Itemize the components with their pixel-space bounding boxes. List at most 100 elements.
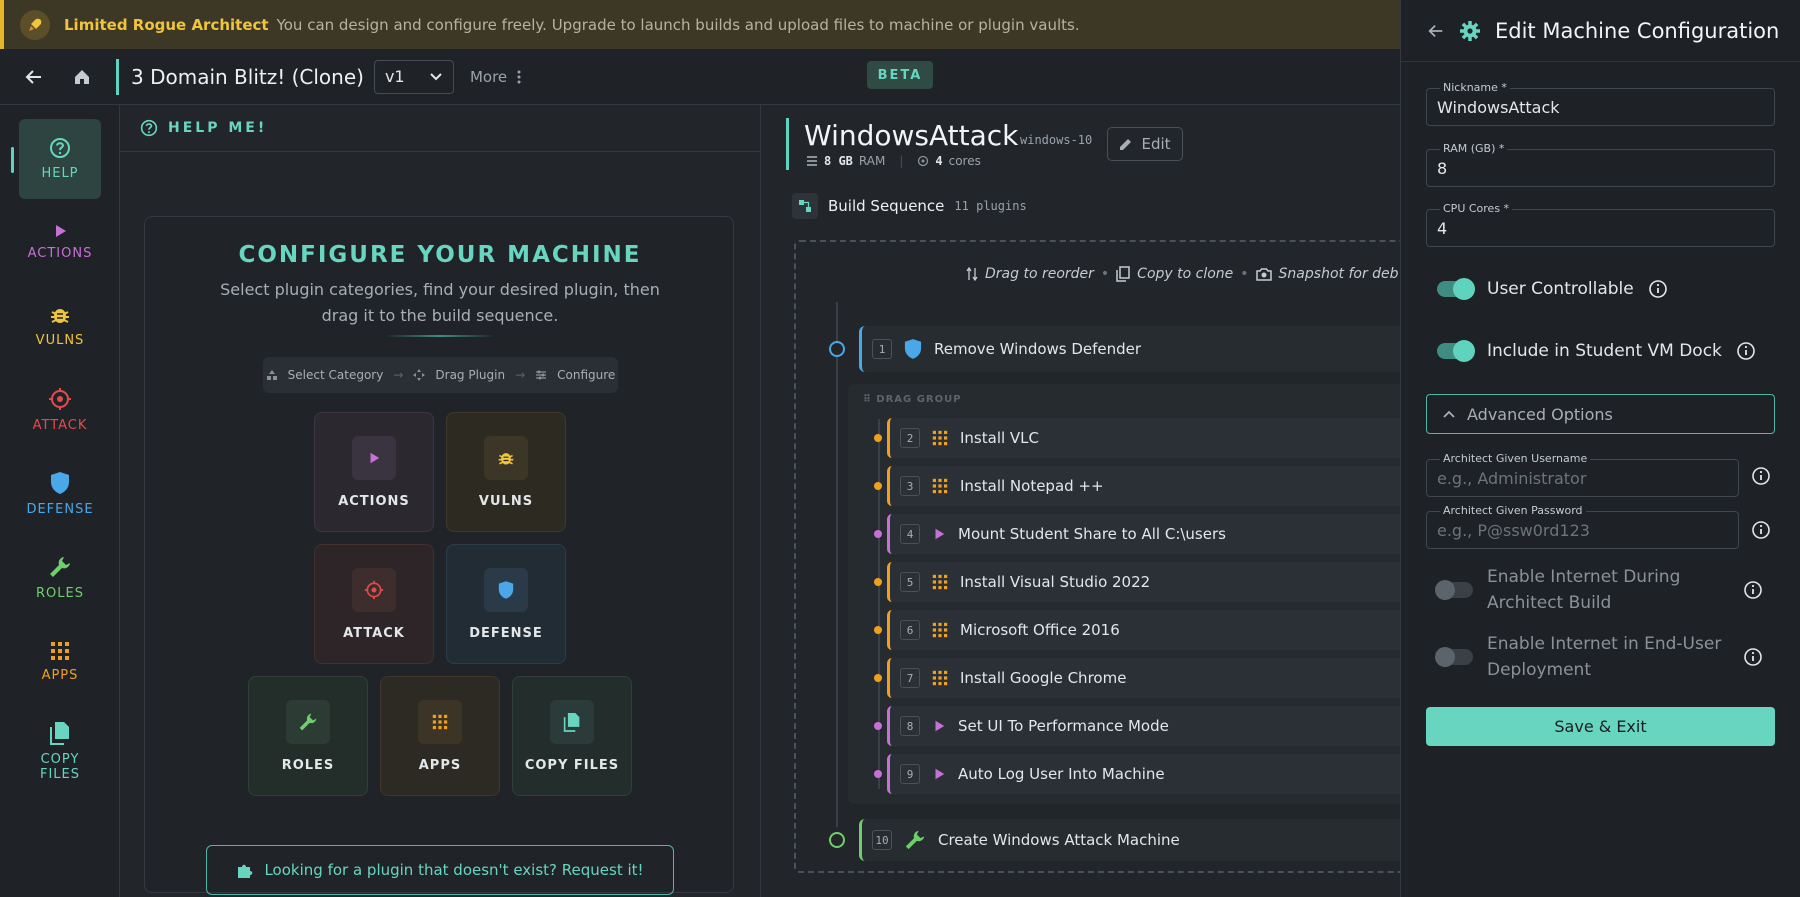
panel-title: Edit Machine Configuration xyxy=(1495,18,1780,43)
sidebar-item-vulns[interactable]: VULNS xyxy=(19,286,101,366)
ram-field[interactable]: RAM (GB) * xyxy=(1426,142,1775,187)
edit-machine-button[interactable]: Edit xyxy=(1107,127,1183,161)
password-field[interactable]: Architect Given Password xyxy=(1426,504,1739,549)
sequence-step[interactable]: 2 Install VLC xyxy=(887,418,1418,458)
include-dock-label: Include in Student VM Dock xyxy=(1487,341,1722,361)
arrow-icon: → xyxy=(393,368,404,382)
sequence-icon xyxy=(792,193,818,219)
shield-icon xyxy=(498,580,514,599)
sidebar-item-attack[interactable]: ATTACK xyxy=(19,370,101,450)
advanced-options-toggle[interactable]: Advanced Options xyxy=(1426,394,1775,434)
internet-deploy-label: Enable Internet in End-User Deployment xyxy=(1487,634,1722,680)
timeline-dot xyxy=(874,674,882,682)
cpu-input[interactable] xyxy=(1437,210,1757,246)
username-field[interactable]: Architect Given Username xyxy=(1426,452,1739,497)
tile-defense[interactable]: DEFENSE xyxy=(446,544,566,664)
sidebar-item-label: ROLES xyxy=(36,586,84,601)
tile-copy-files[interactable]: COPY FILES xyxy=(512,676,632,796)
home-icon[interactable] xyxy=(68,63,96,91)
sequence-step[interactable]: 6 Microsoft Office 2016 xyxy=(887,610,1418,650)
step-label: Drag Plugin xyxy=(435,368,506,382)
ram-value: 8 GB xyxy=(824,154,853,168)
version-select[interactable]: v1 xyxy=(373,59,454,94)
save-exit-button[interactable]: Save & Exit xyxy=(1426,707,1775,746)
advanced-options-label: Advanced Options xyxy=(1467,404,1613,424)
tile-vulns[interactable]: VULNS xyxy=(446,412,566,532)
grid-icon xyxy=(932,574,948,590)
include-dock-toggle[interactable] xyxy=(1437,340,1475,362)
gear-icon xyxy=(1460,20,1480,41)
sidebar-item-apps[interactable]: APPS xyxy=(19,622,101,702)
sequence-step[interactable]: 1 Remove Windows Defender xyxy=(859,326,1419,372)
drag-group[interactable]: ⠿ DRAG GROUP 2 Install VLC 3 Install Not… xyxy=(848,384,1418,804)
ram-label: RAM xyxy=(858,154,886,168)
sidebar-item-roles[interactable]: ROLES xyxy=(19,538,101,618)
tile-label: VULNS xyxy=(478,493,534,509)
step-name: Auto Log User Into Machine xyxy=(958,765,1165,783)
sidebar-item-label: ACTIONS xyxy=(27,246,93,261)
info-icon[interactable] xyxy=(1751,466,1771,486)
sequence-step[interactable]: 7 Install Google Chrome xyxy=(887,658,1418,698)
tile-roles[interactable]: ROLES xyxy=(248,676,368,796)
cpu-field[interactable]: CPU Cores * xyxy=(1426,202,1775,247)
divider xyxy=(385,335,495,337)
info-icon[interactable] xyxy=(1743,580,1763,600)
user-controllable-toggle[interactable] xyxy=(1437,278,1475,300)
banner-title: Limited Rogue Architect xyxy=(64,15,269,34)
chevron-down-icon xyxy=(430,72,442,80)
tile-actions[interactable]: ACTIONS xyxy=(314,412,434,532)
sidebar-item-copy-files[interactable]: COPY FILES xyxy=(19,706,101,796)
tile-apps[interactable]: APPS xyxy=(380,676,500,796)
workflow-steps: Select Category → Drag Plugin → Configur… xyxy=(263,357,618,393)
nickname-field[interactable]: Nickname * xyxy=(1426,81,1775,126)
play-icon xyxy=(935,720,945,732)
back-arrow-icon[interactable] xyxy=(1427,22,1445,40)
sequence-step[interactable]: 10 Create Windows Attack Machine xyxy=(859,819,1419,861)
sidebar-item-defense[interactable]: DEFENSE xyxy=(19,454,101,534)
sequence-step[interactable]: 9 Auto Log User Into Machine xyxy=(887,754,1418,794)
nickname-input[interactable] xyxy=(1437,89,1757,125)
sidebar-item-help[interactable]: HELP xyxy=(19,119,101,199)
password-input[interactable] xyxy=(1437,512,1727,548)
timeline-node xyxy=(829,832,845,848)
request-plugin-label: Looking for a plugin that doesn't exist?… xyxy=(264,861,644,879)
step-name: Mount Student Share to All C:\users xyxy=(958,525,1226,543)
step-number: 6 xyxy=(900,620,920,640)
tile-label: ROLES xyxy=(281,757,335,773)
ram-input[interactable] xyxy=(1437,150,1757,186)
username-input[interactable] xyxy=(1437,460,1727,496)
sidebar-item-label: ATTACK xyxy=(32,418,88,433)
puzzle-icon xyxy=(238,864,253,878)
wrench-icon xyxy=(50,557,70,577)
info-icon[interactable] xyxy=(1743,647,1763,667)
request-plugin-button[interactable]: Looking for a plugin that doesn't exist?… xyxy=(206,845,674,895)
step-number: 10 xyxy=(872,830,892,850)
sequence-step[interactable]: 4 Mount Student Share to All C:\users xyxy=(887,514,1418,554)
sidebar-item-actions[interactable]: ACTIONS xyxy=(19,202,101,282)
tile-label: APPS xyxy=(418,757,462,773)
step-name: Install Google Chrome xyxy=(960,669,1127,687)
build-sequence-dropzone[interactable]: Drag to reorder • Copy to clone • Snapsh… xyxy=(794,240,1419,873)
edit-label: Edit xyxy=(1141,135,1171,153)
timeline-dot xyxy=(874,626,882,634)
grid-icon xyxy=(932,670,948,686)
tile-label: ACTIONS xyxy=(338,493,410,509)
tile-label: DEFENSE xyxy=(469,625,543,641)
group-timeline xyxy=(878,419,880,789)
info-icon[interactable] xyxy=(1751,520,1771,540)
sequence-step[interactable]: 8 Set UI To Performance Mode xyxy=(887,706,1418,746)
tile-icon-box xyxy=(550,699,594,744)
sequence-step[interactable]: 3 Install Notepad ++ xyxy=(887,466,1418,506)
info-icon[interactable] xyxy=(1736,341,1756,361)
internet-build-toggle[interactable] xyxy=(1435,580,1473,600)
play-icon xyxy=(935,528,945,540)
tile-attack[interactable]: ATTACK xyxy=(314,544,434,664)
internet-deploy-toggle[interactable] xyxy=(1435,647,1473,667)
back-arrow-icon[interactable] xyxy=(20,63,48,91)
step-number: 5 xyxy=(900,572,920,592)
info-icon[interactable] xyxy=(1648,279,1668,299)
chevron-up-icon xyxy=(1443,410,1455,418)
sequence-step[interactable]: 5 Install Visual Studio 2022 xyxy=(887,562,1418,602)
more-menu-button[interactable]: More xyxy=(470,68,521,86)
cpu-icon xyxy=(918,155,929,167)
